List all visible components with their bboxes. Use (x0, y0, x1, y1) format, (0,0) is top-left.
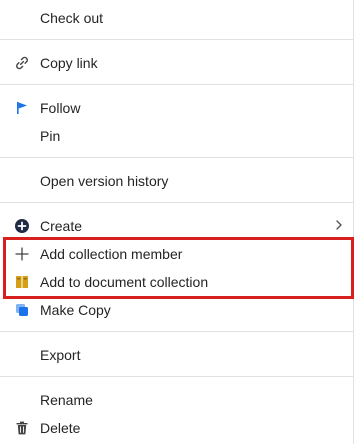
menu-item-label: Make Copy (40, 302, 111, 318)
menu-item-label: Add to document collection (40, 274, 209, 290)
menu-item-delete[interactable]: Delete (0, 413, 353, 441)
menu-item-label: Add collection member (40, 246, 183, 262)
menu-item-add-collection-member[interactable]: Add collection member (0, 239, 353, 267)
menu-divider (0, 376, 353, 377)
menu-item-label: Rename (40, 392, 93, 408)
menu-item-label: Pin (40, 128, 61, 144)
menu-item-rename[interactable]: Rename (0, 385, 353, 413)
menu-item-create[interactable]: Create (0, 211, 353, 239)
chevron-right-icon (333, 218, 345, 232)
link-icon (14, 55, 30, 71)
plus-icon (14, 246, 30, 262)
plus-circle-icon (14, 218, 30, 234)
menu-item-export[interactable]: Export (0, 340, 353, 368)
menu-item-label: Open version history (40, 173, 169, 189)
trash-icon (14, 420, 30, 436)
menu-item-make-copy[interactable]: Make Copy (0, 295, 353, 323)
menu-item-label: Copy link (40, 55, 98, 71)
menu-item-label: Export (40, 347, 81, 363)
menu-item-label: Create (40, 218, 83, 234)
menu-divider (0, 157, 353, 158)
menu-border (353, 0, 354, 444)
menu-item-follow[interactable]: Follow (0, 93, 353, 121)
menu-item-pin[interactable]: Pin (0, 121, 353, 149)
flag-icon (14, 100, 30, 116)
menu-item-label: Follow (40, 100, 81, 116)
menu-item-add-to-document-collection[interactable]: Add to document collection (0, 267, 353, 295)
menu-divider (0, 331, 353, 332)
menu-item-open-version-history[interactable]: Open version history (0, 166, 353, 194)
menu-item-copy-link[interactable]: Copy link (0, 48, 353, 76)
menu-item-check-out[interactable]: Check out (0, 3, 353, 31)
menu-divider (0, 202, 353, 203)
document-collection-icon (14, 274, 30, 290)
menu-item-label: Check out (40, 10, 104, 26)
context-menu: Check out Copy link Follow Pin Open vers… (0, 0, 355, 444)
copy-icon (14, 302, 30, 318)
menu-divider (0, 39, 353, 40)
menu-item-label: Delete (40, 420, 81, 436)
menu-divider (0, 84, 353, 85)
